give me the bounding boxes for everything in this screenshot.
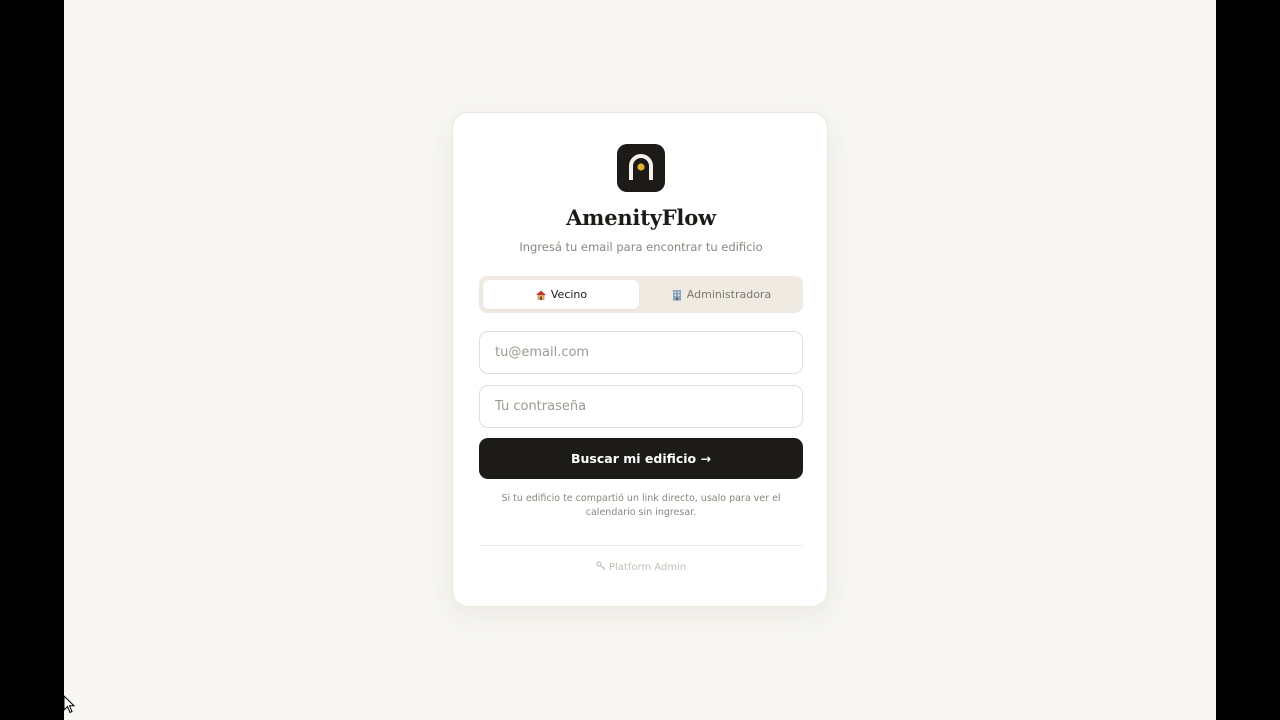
- platform-admin-link[interactable]: Platform Admin: [453, 561, 829, 573]
- search-building-button[interactable]: Buscar mi edificio →: [479, 438, 803, 479]
- tab-administradora-label: Administradora: [686, 288, 772, 301]
- tab-vecino[interactable]: Vecino: [483, 280, 639, 309]
- email-field[interactable]: [479, 331, 803, 374]
- house-icon: [535, 289, 547, 301]
- tab-vecino-label: Vecino: [550, 288, 588, 301]
- key-icon: [596, 561, 609, 573]
- app-title: AmenityFlow: [566, 205, 716, 230]
- password-field[interactable]: [479, 385, 803, 428]
- login-subtitle: Ingresá tu email para encontrar tu edifi…: [519, 240, 763, 254]
- office-building-icon: [671, 289, 683, 301]
- direct-link-note: Si tu edificio te compartió un link dire…: [501, 493, 781, 518]
- app-logo-icon: [617, 144, 665, 192]
- role-tabs: Vecino Administradora: [479, 276, 803, 313]
- page-viewport: AmenityFlow Ingresá tu email para encont…: [64, 0, 1216, 720]
- login-card: AmenityFlow Ingresá tu email para encont…: [452, 112, 828, 607]
- footer-divider: [479, 545, 803, 546]
- platform-admin-label: Platform Admin: [608, 562, 687, 573]
- mouse-cursor-icon: [63, 694, 77, 719]
- tab-administradora[interactable]: Administradora: [643, 280, 799, 309]
